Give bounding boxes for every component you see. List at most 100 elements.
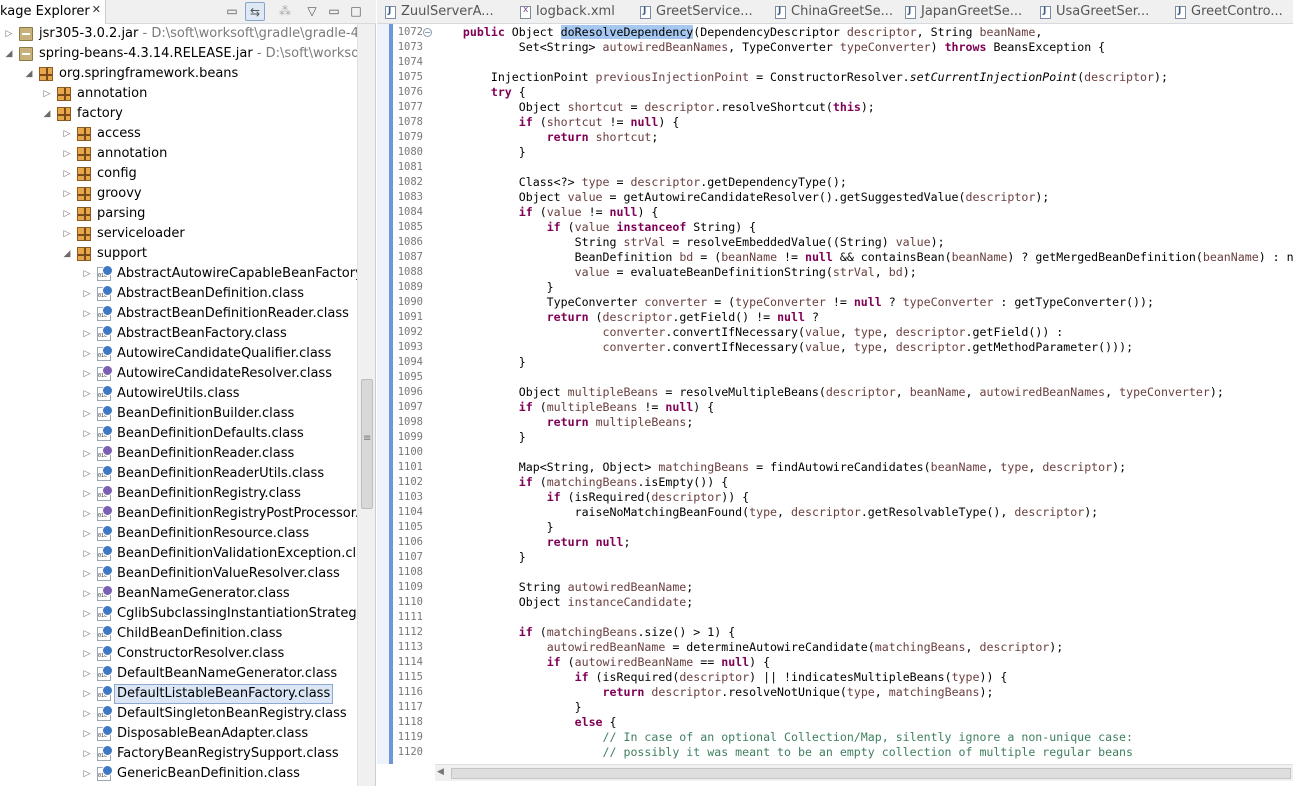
code-line[interactable]: if (matchingBeans.size() > 1) { bbox=[435, 625, 735, 640]
tree-class-item[interactable]: ▷ BeanDefinitionReaderUtils.class bbox=[0, 464, 358, 484]
expand-arrow-icon[interactable]: ▷ bbox=[82, 644, 92, 664]
code-line[interactable]: BeanDefinition bd = (beanName != null &&… bbox=[435, 250, 1293, 265]
scrollbar-thumb[interactable] bbox=[451, 768, 1291, 779]
tree-class-item[interactable]: ▷ DefaultListableBeanFactory.class bbox=[0, 684, 358, 704]
code-line[interactable]: raiseNoMatchingBeanFound(type, descripto… bbox=[435, 505, 1099, 520]
expand-arrow-icon[interactable]: ▷ bbox=[82, 764, 92, 784]
code-area[interactable]: public Object doResolveDependency(Depend… bbox=[435, 24, 1293, 764]
code-line[interactable]: if (shortcut != null) { bbox=[435, 115, 680, 130]
package-explorer-tab[interactable]: kage Explorer ✕ bbox=[0, 0, 106, 24]
tree-package-item[interactable]: ◢ support bbox=[0, 244, 358, 264]
tree-package-item[interactable]: ▷ serviceloader bbox=[0, 224, 358, 244]
code-line[interactable]: if (multipleBeans != null) { bbox=[435, 400, 714, 415]
tree-package-item[interactable]: ◢ org.springframework.beans bbox=[0, 64, 358, 84]
expand-arrow-icon[interactable]: ▷ bbox=[82, 684, 92, 704]
code-line[interactable]: converter.convertIfNecessary(value, type… bbox=[435, 340, 1134, 355]
tree-class-item[interactable]: ▷ ConstructorResolver.class bbox=[0, 644, 358, 664]
collapse-all-icon[interactable]: ▭ bbox=[222, 2, 242, 21]
expand-arrow-icon[interactable]: ▷ bbox=[82, 704, 92, 724]
tree-class-item[interactable]: ▷ BeanDefinitionBuilder.class bbox=[0, 404, 358, 424]
code-line[interactable]: String strVal = resolveEmbeddedValue((St… bbox=[435, 235, 945, 250]
tree-class-item[interactable]: ▷ BeanDefinitionDefaults.class bbox=[0, 424, 358, 444]
tree-class-item[interactable]: ▷ AbstractBeanFactory.class bbox=[0, 324, 358, 344]
collapse-arrow-icon[interactable]: ◢ bbox=[62, 244, 72, 264]
expand-arrow-icon[interactable]: ▷ bbox=[82, 664, 92, 684]
tree-package-item[interactable]: ▷ annotation bbox=[0, 84, 358, 104]
code-line[interactable]: Object instanceCandidate; bbox=[435, 595, 694, 610]
tree-class-item[interactable]: ▷ AbstractAutowireCapableBeanFactory.clas… bbox=[0, 264, 358, 284]
code-line[interactable]: } bbox=[435, 700, 582, 715]
editor-tab[interactable]: logback.xml bbox=[512, 0, 615, 24]
code-line[interactable]: } bbox=[435, 550, 526, 565]
tree-class-item[interactable]: ▷ BeanDefinitionReader.class bbox=[0, 444, 358, 464]
code-line[interactable]: if (value instanceof String) { bbox=[435, 220, 756, 235]
tree-package-item[interactable]: ▷ parsing bbox=[0, 204, 358, 224]
expand-arrow-icon[interactable]: ▷ bbox=[82, 564, 92, 584]
expand-arrow-icon[interactable]: ▷ bbox=[62, 164, 72, 184]
expand-arrow-icon[interactable]: ▷ bbox=[82, 604, 92, 624]
code-line[interactable]: public Object doResolveDependency(Depend… bbox=[435, 25, 1042, 40]
code-line[interactable]: value = evaluateBeanDefinitionString(str… bbox=[435, 265, 917, 280]
tree-class-item[interactable]: ▷ ChildBeanDefinition.class bbox=[0, 624, 358, 644]
tree-class-item[interactable]: ▷ AutowireCandidateResolver.class bbox=[0, 364, 358, 384]
tree-class-item[interactable]: ▷ AutowireCandidateQualifier.class bbox=[0, 344, 358, 364]
code-line[interactable]: if (isRequired(descriptor) || !indicates… bbox=[435, 670, 1008, 685]
expand-arrow-icon[interactable]: ▷ bbox=[82, 584, 92, 604]
code-line[interactable]: } bbox=[435, 430, 526, 445]
view-menu-icon[interactable]: ▽ bbox=[302, 2, 322, 21]
link-with-editor-icon[interactable]: ⇆ bbox=[245, 2, 265, 21]
code-line[interactable]: // possibly it was meant to be an empty … bbox=[435, 745, 1133, 760]
tree-class-item[interactable]: ▷ BeanDefinitionRegistry.class bbox=[0, 484, 358, 504]
code-line[interactable]: } bbox=[435, 355, 526, 370]
expand-arrow-icon[interactable]: ▷ bbox=[82, 364, 92, 384]
tree-package-item[interactable]: ▷ annotation bbox=[0, 144, 358, 164]
expand-arrow-icon[interactable]: ▷ bbox=[82, 724, 92, 744]
expand-arrow-icon[interactable]: ▷ bbox=[82, 484, 92, 504]
code-line[interactable]: Object shortcut = descriptor.resolveShor… bbox=[435, 100, 875, 115]
editor-tab[interactable]: ZuulServerA... bbox=[377, 0, 494, 24]
tree-package-item[interactable]: ▷ groovy bbox=[0, 184, 358, 204]
code-line[interactable]: Class<?> type = descriptor.getDependency… bbox=[435, 175, 847, 190]
collapse-arrow-icon[interactable]: ◢ bbox=[4, 44, 14, 64]
expand-arrow-icon[interactable]: ▷ bbox=[42, 84, 52, 104]
code-line[interactable]: TypeConverter converter = (typeConverter… bbox=[435, 295, 1154, 310]
expand-arrow-icon[interactable]: ▷ bbox=[82, 304, 92, 324]
tree-class-item[interactable]: ▷ AbstractBeanDefinition.class bbox=[0, 284, 358, 304]
expand-arrow-icon[interactable]: ▷ bbox=[82, 544, 92, 564]
code-line[interactable]: Set<String> autowiredBeanNames, TypeConv… bbox=[435, 40, 1105, 55]
expand-arrow-icon[interactable]: ▷ bbox=[4, 24, 14, 44]
tree-class-item[interactable]: ▷ AbstractBeanDefinitionReader.class bbox=[0, 304, 358, 324]
close-icon[interactable]: ✕ bbox=[92, 3, 101, 16]
tree-class-item[interactable]: ▷ BeanDefinitionValueResolver.class bbox=[0, 564, 358, 584]
code-line[interactable]: return (descriptor.getField() != null ? bbox=[435, 310, 819, 325]
expand-arrow-icon[interactable]: ▷ bbox=[82, 504, 92, 524]
tree-package-item[interactable]: ▷ config bbox=[0, 164, 358, 184]
code-line[interactable]: // In case of an optional Collection/Map… bbox=[435, 730, 1133, 745]
code-line[interactable]: autowiredBeanName = determineAutowireCan… bbox=[435, 640, 1064, 655]
code-line[interactable]: return descriptor.resolveNotUnique(type,… bbox=[435, 685, 994, 700]
editor-tab[interactable]: JapanGreetSe... bbox=[897, 0, 1022, 24]
expand-arrow-icon[interactable]: ▷ bbox=[82, 464, 92, 484]
tree-class-item[interactable]: ▷ DefaultBeanNameGenerator.class bbox=[0, 664, 358, 684]
expand-arrow-icon[interactable]: ▷ bbox=[82, 344, 92, 364]
code-line[interactable]: Object multipleBeans = resolveMultipleBe… bbox=[435, 385, 1224, 400]
code-line[interactable]: } bbox=[435, 280, 554, 295]
scrollbar-thumb[interactable] bbox=[361, 379, 373, 509]
code-line[interactable]: if (isRequired(descriptor)) { bbox=[435, 490, 749, 505]
editor-tab[interactable]: UsaGreetSer... bbox=[1032, 0, 1149, 24]
tree-package-item[interactable]: ▷ access bbox=[0, 124, 358, 144]
code-line[interactable]: if (value != null) { bbox=[435, 205, 659, 220]
tree-class-item[interactable]: ▷ DefaultSingletonBeanRegistry.class bbox=[0, 704, 358, 724]
collapse-arrow-icon[interactable]: ◢ bbox=[24, 64, 34, 84]
expand-arrow-icon[interactable]: ▷ bbox=[82, 624, 92, 644]
tree-class-item[interactable]: ▷ BeanDefinitionResource.class bbox=[0, 524, 358, 544]
fold-collapse-icon[interactable]: − bbox=[423, 28, 432, 37]
code-line[interactable]: Object value = getAutowireCandidateResol… bbox=[435, 190, 1050, 205]
expand-arrow-icon[interactable]: ▷ bbox=[82, 284, 92, 304]
expand-arrow-icon[interactable]: ▷ bbox=[82, 404, 92, 424]
tree-class-item[interactable]: ▷ AutowireUtils.class bbox=[0, 384, 358, 404]
maximize-icon[interactable]: □ bbox=[346, 2, 366, 21]
expand-arrow-icon[interactable]: ▷ bbox=[82, 444, 92, 464]
editor-tab[interactable]: GreetContro... bbox=[1167, 0, 1283, 24]
code-line[interactable]: Map<String, Object> matchingBeans = find… bbox=[435, 460, 1126, 475]
